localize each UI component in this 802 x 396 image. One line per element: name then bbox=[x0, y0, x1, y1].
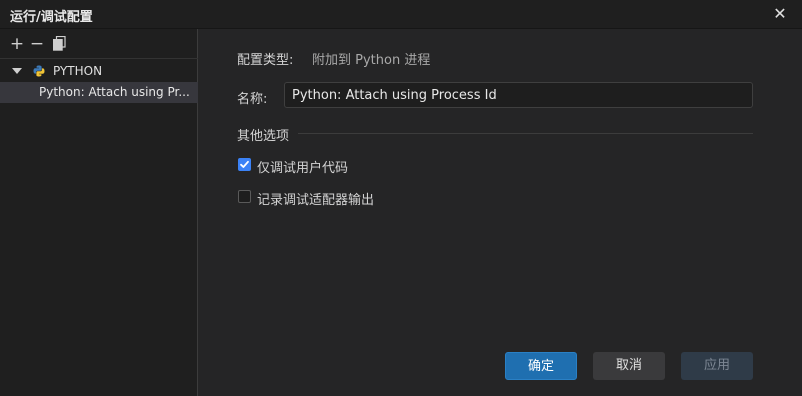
dialog-title: 运行/调试配置 bbox=[10, 10, 93, 25]
remove-config-button[interactable]: − bbox=[29, 35, 45, 53]
name-label: 名称: bbox=[237, 92, 268, 107]
ok-button[interactable]: 确定 bbox=[505, 352, 577, 380]
sidebar-toolbar: + − bbox=[0, 29, 198, 59]
tree-group-label: PYTHON bbox=[53, 64, 103, 78]
cancel-button[interactable]: 取消 bbox=[593, 352, 665, 380]
checkmark-icon bbox=[240, 160, 249, 168]
config-sidebar: + − PYTHON Python: Attach using Pr... bbox=[0, 29, 198, 396]
config-name-input[interactable] bbox=[284, 82, 753, 108]
tree-group-python[interactable]: PYTHON bbox=[0, 61, 198, 81]
log-adapter-output-label[interactable]: 记录调试适配器输出 bbox=[257, 189, 374, 208]
chevron-down-icon[interactable] bbox=[12, 68, 22, 74]
log-adapter-output-checkbox[interactable] bbox=[238, 190, 251, 203]
minus-icon: − bbox=[29, 34, 45, 54]
python-icon bbox=[33, 65, 45, 77]
just-my-code-label[interactable]: 仅调试用户代码 bbox=[257, 157, 348, 176]
title-bar: 运行/调试配置 ✕ bbox=[0, 0, 802, 29]
add-config-button[interactable]: + bbox=[9, 35, 25, 53]
config-type-value: 附加到 Python 进程 bbox=[312, 53, 431, 68]
close-button[interactable]: ✕ bbox=[772, 3, 788, 25]
apply-button[interactable]: 应用 bbox=[681, 352, 753, 380]
config-item-label: Python: Attach using Pr... bbox=[39, 85, 190, 99]
other-options-heading: 其他选项 bbox=[237, 129, 290, 144]
copy-config-button[interactable] bbox=[51, 35, 67, 53]
section-divider bbox=[298, 133, 753, 134]
close-icon: ✕ bbox=[773, 4, 787, 23]
plus-icon: + bbox=[9, 34, 25, 54]
config-item-python-attach[interactable]: Python: Attach using Pr... bbox=[0, 82, 198, 103]
config-type-label: 配置类型: bbox=[237, 53, 294, 68]
copy-icon bbox=[52, 35, 66, 51]
run-debug-config-dialog: 运行/调试配置 ✕ + − PYTHON Python: Attach usin… bbox=[0, 0, 802, 396]
just-my-code-checkbox[interactable] bbox=[238, 158, 251, 171]
